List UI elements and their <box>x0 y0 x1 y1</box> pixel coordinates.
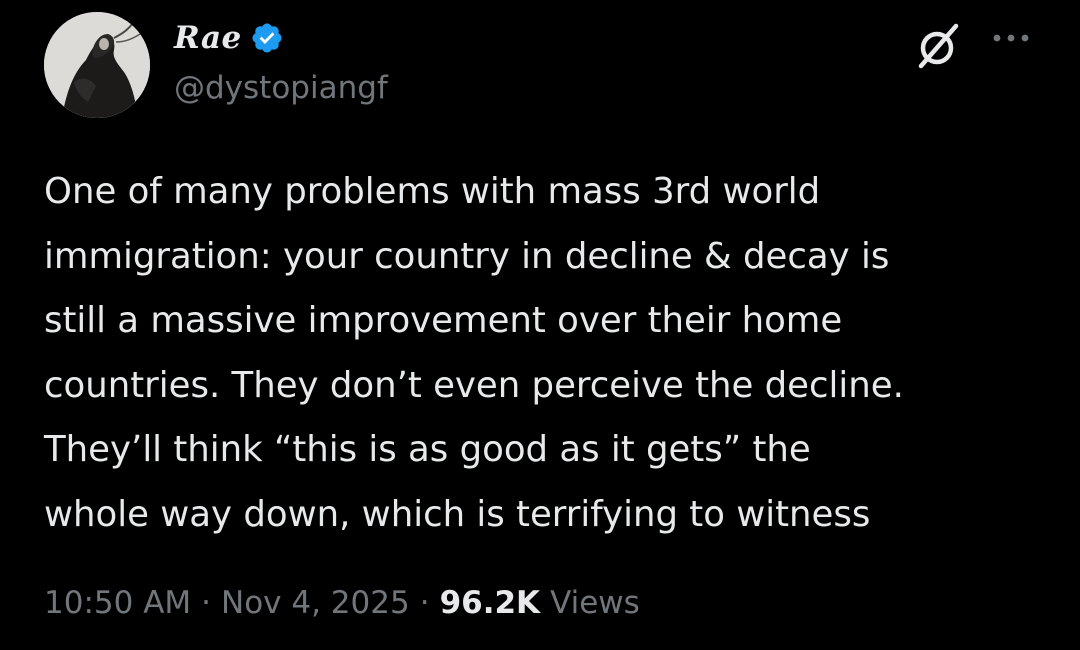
author-name-row: Rae <box>174 16 284 60</box>
meta-separator: · <box>419 585 430 621</box>
meta-separator: · <box>201 585 212 621</box>
tweet-text-line: still a massive improvement over their h… <box>44 300 843 341</box>
avatar-image <box>44 12 150 118</box>
tweet-text-line: whole way down, which is terrifying to w… <box>44 493 871 535</box>
verified-badge-icon <box>250 21 284 55</box>
views-count[interactable]: 96.2K <box>440 585 541 621</box>
tweet-text-line: countries. They don’t even perceive the … <box>44 364 904 406</box>
grok-icon[interactable] <box>912 20 964 72</box>
tweet-time[interactable]: 10:50 AM <box>44 585 191 621</box>
tweet-card: Rae @dystopiangf One of many problems wi… <box>0 0 1080 650</box>
author-display-name[interactable]: Rae <box>174 20 242 56</box>
tweet-text-line: One of many problems with mass 3rd world <box>44 171 821 212</box>
tweet-text-line: immigration: your country in decline & d… <box>44 235 890 277</box>
more-options-icon[interactable] <box>990 28 1032 48</box>
tweet-date[interactable]: Nov 4, 2025 <box>221 585 410 621</box>
avatar[interactable] <box>44 12 150 118</box>
tweet-text: One of many problems with mass 3rd world… <box>44 160 1054 547</box>
tweet-meta: 10:50 AM · Nov 4, 2025 · 96.2K Views <box>44 585 640 621</box>
views-label: Views <box>550 585 640 621</box>
tweet-text-line: They’ll think “this is as good as it get… <box>44 429 811 470</box>
author-handle[interactable]: @dystopiangf <box>174 70 388 106</box>
